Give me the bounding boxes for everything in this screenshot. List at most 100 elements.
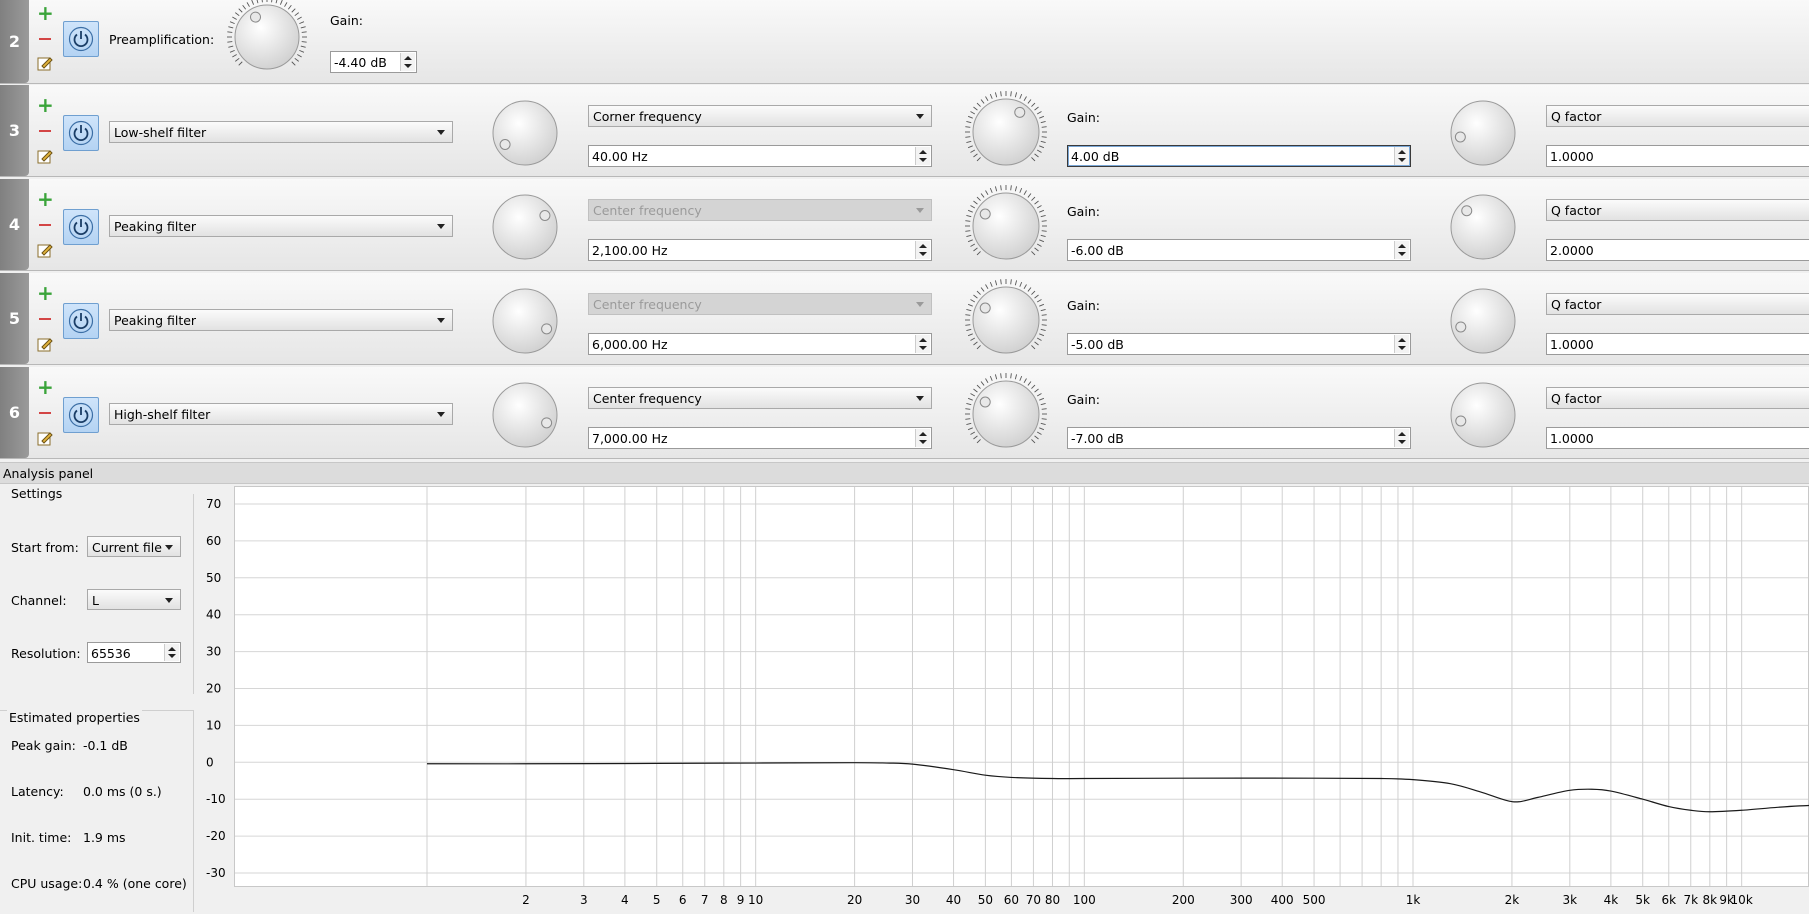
spin-arrows[interactable] <box>915 429 930 447</box>
q-factor-knob[interactable] <box>1449 99 1517 170</box>
edit-icon[interactable] <box>37 242 53 258</box>
filter-type-select[interactable]: High-shelf filter <box>109 403 453 425</box>
power-toggle-button[interactable] <box>63 115 99 151</box>
remove-icon[interactable] <box>37 405 53 421</box>
add-icon[interactable]: + <box>37 377 54 397</box>
spin-arrows[interactable] <box>1394 147 1409 165</box>
preamp-gain-knob[interactable] <box>225 0 309 82</box>
frequency-knob[interactable] <box>491 193 559 264</box>
gain-field[interactable]: -5.00 dB <box>1067 333 1411 355</box>
spin-arrows[interactable] <box>1394 335 1409 353</box>
spin-arrows[interactable] <box>915 241 930 259</box>
frequency-mode-select[interactable]: Center frequency <box>588 387 932 409</box>
y-tick-label: -20 <box>206 829 226 843</box>
y-tick-label: 20 <box>206 682 221 696</box>
x-tick-label: 80 <box>1045 893 1060 907</box>
knob-icon <box>965 185 1047 260</box>
add-icon[interactable]: + <box>37 3 54 23</box>
resolution-field[interactable]: 65536 <box>87 642 181 663</box>
power-toggle-button[interactable] <box>63 21 99 57</box>
q-factor-field[interactable]: 1.0000 <box>1546 333 1809 355</box>
q-factor-field[interactable]: 1.0000 <box>1546 145 1809 167</box>
spin-arrows[interactable] <box>1394 241 1409 259</box>
preamp-gain-value: -4.40 dB <box>334 55 387 70</box>
edit-icon[interactable] <box>37 55 53 71</box>
power-icon <box>68 308 94 334</box>
q-factor-mode-select[interactable]: Q factor <box>1546 293 1809 315</box>
frequency-field[interactable]: 6,000.00 Hz <box>588 333 932 355</box>
filter-type-value: Low-shelf filter <box>114 125 207 140</box>
frequency-knob[interactable] <box>491 381 559 452</box>
spin-arrows[interactable] <box>915 147 930 165</box>
frequency-knob[interactable] <box>491 287 559 358</box>
spin-arrows[interactable] <box>1394 429 1409 447</box>
filter-type-select[interactable]: Peaking filter <box>109 215 453 237</box>
remove-icon[interactable] <box>37 217 53 233</box>
remove-icon[interactable] <box>37 311 53 327</box>
spin-arrows[interactable] <box>400 53 415 71</box>
frequency-mode-select[interactable]: Center frequency <box>588 293 932 315</box>
edit-icon[interactable] <box>37 336 53 352</box>
frequency-field[interactable]: 7,000.00 Hz <box>588 427 932 449</box>
gain-value: -7.00 dB <box>1071 431 1124 446</box>
knob-icon <box>965 91 1047 166</box>
frequency-field[interactable]: 40.00 Hz <box>588 145 932 167</box>
start-from-select[interactable]: Current file <box>87 536 181 557</box>
add-icon[interactable]: + <box>37 189 54 209</box>
x-tick-label: 60 <box>1004 893 1019 907</box>
remove-icon[interactable] <box>37 31 53 47</box>
frequency-value: 2,100.00 Hz <box>592 243 668 258</box>
q-factor-mode-select[interactable]: Q factor <box>1546 105 1809 127</box>
power-icon <box>68 26 94 52</box>
estimated-properties-group: Estimated properties Peak gain: -0.1 dB … <box>0 710 194 912</box>
channel-select[interactable]: L <box>87 589 181 610</box>
gain-field[interactable]: 4.00 dB <box>1067 145 1411 167</box>
gain-field[interactable]: -7.00 dB <box>1067 427 1411 449</box>
q-factor-field[interactable]: 2.0000 <box>1546 239 1809 261</box>
x-tick-label: 40 <box>946 893 961 907</box>
start-from-label: Start from: <box>11 540 79 555</box>
x-tick-label: 30 <box>905 893 920 907</box>
q-factor-knob[interactable] <box>1449 287 1517 358</box>
x-tick-label: 8k <box>1703 893 1718 907</box>
q-factor-mode-value: Q factor <box>1551 297 1602 312</box>
x-tick-label: 7 <box>701 893 709 907</box>
q-factor-mode-select[interactable]: Q factor <box>1546 387 1809 409</box>
q-factor-knob[interactable] <box>1449 381 1517 452</box>
x-tick-label: 4k <box>1604 893 1619 907</box>
q-factor-knob[interactable] <box>1449 193 1517 264</box>
y-tick-label: 0 <box>206 755 214 769</box>
x-tick-label: 10k <box>1731 893 1753 907</box>
filter-type-select[interactable]: Peaking filter <box>109 309 453 331</box>
power-icon <box>68 214 94 240</box>
edit-icon[interactable] <box>37 148 53 164</box>
add-icon[interactable]: + <box>37 95 54 115</box>
gain-knob[interactable] <box>963 371 1049 460</box>
add-icon[interactable]: + <box>37 283 54 303</box>
power-toggle-button[interactable] <box>63 209 99 245</box>
remove-icon[interactable] <box>37 123 53 139</box>
power-toggle-button[interactable] <box>63 303 99 339</box>
frequency-field[interactable]: 2,100.00 Hz <box>588 239 932 261</box>
spin-arrows[interactable] <box>164 644 179 661</box>
gain-field[interactable]: -6.00 dB <box>1067 239 1411 261</box>
frequency-mode-value: Center frequency <box>593 297 702 312</box>
gain-value: 4.00 dB <box>1071 149 1120 164</box>
latency-value: 0.0 ms (0 s.) <box>83 784 162 799</box>
frequency-mode-select[interactable]: Corner frequency <box>588 105 932 127</box>
x-tick-label: 100 <box>1073 893 1096 907</box>
q-factor-mode-select[interactable]: Q factor <box>1546 199 1809 221</box>
gain-knob[interactable] <box>963 89 1049 178</box>
gain-knob[interactable] <box>963 183 1049 272</box>
edit-icon[interactable] <box>37 430 53 446</box>
filter-type-select[interactable]: Low-shelf filter <box>109 121 453 143</box>
frequency-knob[interactable] <box>491 99 559 170</box>
q-factor-field[interactable]: 1.0000 <box>1546 427 1809 449</box>
power-toggle-button[interactable] <box>63 397 99 433</box>
gain-knob[interactable] <box>963 277 1049 366</box>
frequency-mode-select[interactable]: Center frequency <box>588 199 932 221</box>
filter-type-value: High-shelf filter <box>114 407 211 422</box>
spin-arrows[interactable] <box>915 335 930 353</box>
x-tick-label: 300 <box>1230 893 1253 907</box>
preamp-gain-field[interactable]: -4.40 dB <box>330 51 417 73</box>
